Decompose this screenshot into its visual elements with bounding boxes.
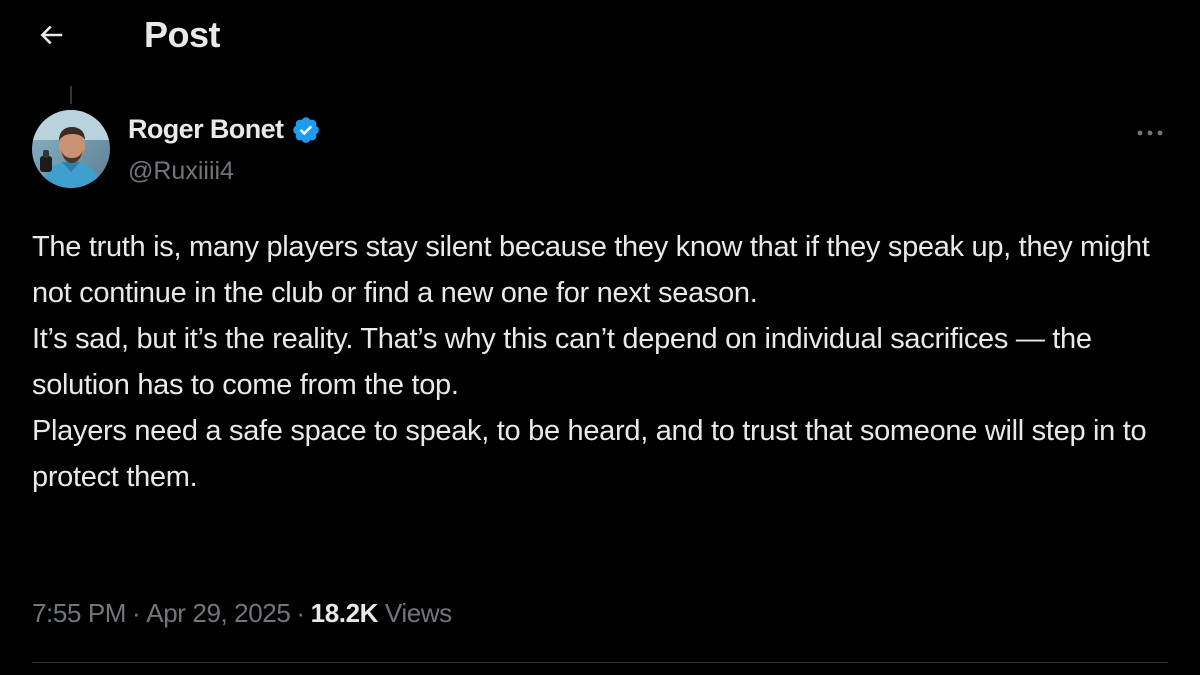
arrow-left-icon — [40, 25, 63, 45]
back-button[interactable] — [28, 14, 74, 56]
post-paragraph: It’s sad, but it’s the reality. That’s w… — [32, 323, 1092, 401]
avatar[interactable] — [32, 110, 110, 188]
more-options-button[interactable] — [1128, 118, 1172, 148]
divider — [32, 662, 1168, 663]
name-row: Roger Bonet — [128, 114, 321, 145]
views-label: Views — [384, 598, 452, 628]
top-bar: Post — [0, 0, 1200, 70]
post-time[interactable]: 7:55 PM — [32, 598, 126, 628]
verified-badge-icon[interactable] — [291, 115, 321, 145]
post-paragraph: The truth is, many players stay silent b… — [32, 231, 1150, 309]
avatar-image — [32, 110, 110, 188]
post-metadata: 7:55 PM · Apr 29, 2025 · 18.2K Views — [32, 598, 452, 629]
meta-separator: · — [132, 598, 141, 628]
thread-connector-line — [70, 86, 72, 104]
post-text: The truth is, many players stay silent b… — [32, 224, 1172, 500]
page-title: Post — [144, 14, 221, 55]
more-options-icon — [1137, 130, 1163, 136]
display-name[interactable]: Roger Bonet — [128, 114, 284, 145]
post-date[interactable]: Apr 29, 2025 — [146, 598, 290, 628]
author-info: Roger Bonet @Ruxiiii4 — [128, 114, 321, 186]
meta-separator: · — [296, 598, 305, 628]
post-paragraph: Players need a safe space to speak, to b… — [32, 415, 1147, 493]
views-count[interactable]: 18.2K — [311, 598, 379, 628]
user-handle[interactable]: @Ruxiiii4 — [128, 157, 321, 186]
